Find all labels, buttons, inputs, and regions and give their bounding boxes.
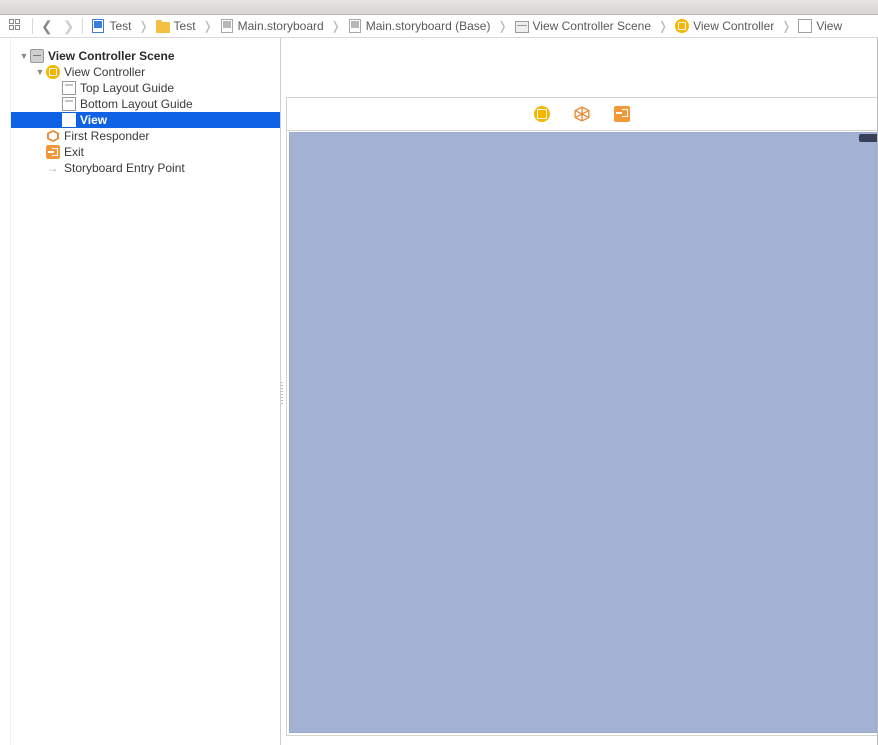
back-button[interactable]: ❮ (37, 18, 57, 35)
first-responder-icon (45, 129, 60, 144)
chevron-right-icon: ❭ (202, 19, 214, 33)
scene-icon (29, 49, 44, 64)
view-icon (798, 19, 812, 33)
outline-label: Top Layout Guide (78, 80, 174, 96)
outline-label: Exit (62, 144, 84, 160)
left-gutter (0, 38, 11, 745)
outline-label: First Responder (62, 128, 149, 144)
jumpbar-seg-storyboard[interactable]: Main.storyboard (216, 19, 328, 33)
outline-label: View (78, 112, 107, 128)
outline-entry-point-row[interactable]: → Storyboard Entry Point (11, 160, 280, 176)
status-bar-indicator (859, 134, 878, 142)
chevron-right-icon: ❭ (496, 19, 508, 33)
jump-bar: ❮ ❯ Test ❭ Test ❭ Main.storyboard ❭ Main… (0, 15, 878, 38)
view-controller-icon (45, 65, 60, 80)
first-responder-icon[interactable] (574, 106, 590, 122)
jumpbar-seg-view[interactable]: View (794, 19, 846, 33)
disclosure-triangle-icon[interactable]: ▼ (35, 64, 45, 80)
layout-guide-icon (61, 97, 76, 112)
storyboard-file-icon (220, 19, 234, 33)
outline-label: View Controller Scene (46, 48, 175, 64)
outline-top-layout-guide-row[interactable]: Top Layout Guide (11, 80, 280, 96)
view-controller-scene[interactable] (287, 98, 877, 735)
jumpbar-label: Main.storyboard (238, 19, 324, 33)
exit-icon (45, 145, 60, 160)
exit-icon[interactable] (614, 106, 630, 122)
jumpbar-label: View (816, 19, 842, 33)
project-icon (91, 19, 105, 33)
outline-label: Storyboard Entry Point (62, 160, 185, 176)
outline-exit-row[interactable]: Exit (11, 144, 280, 160)
view-icon (61, 113, 76, 128)
storyboard-entry-point-icon: → (45, 161, 60, 176)
outline-label: View Controller (62, 64, 145, 80)
scene-dock (287, 98, 877, 131)
grid-icon (8, 18, 24, 34)
jumpbar-label: Test (174, 19, 196, 33)
chevron-right-icon: ❭ (780, 19, 792, 33)
separator (32, 18, 33, 34)
scene-icon (515, 19, 529, 33)
jumpbar-seg-storyboard-base[interactable]: Main.storyboard (Base) (344, 19, 495, 33)
chevron-right-icon: ❭ (657, 19, 669, 33)
disclosure-triangle-icon[interactable]: ▼ (19, 48, 29, 64)
outline-first-responder-row[interactable]: First Responder (11, 128, 280, 144)
outline-label: Bottom Layout Guide (78, 96, 193, 112)
outline-scene-row[interactable]: ▼ View Controller Scene (11, 48, 280, 64)
separator (82, 18, 83, 34)
document-outline: ▼ View Controller Scene ▼ View Controlle… (11, 38, 281, 745)
jumpbar-label: View Controller (693, 19, 774, 33)
chevron-right-icon: ❭ (137, 19, 149, 33)
editor-tab-bar (0, 0, 878, 15)
jumpbar-seg-view-controller[interactable]: View Controller (671, 19, 778, 33)
jumpbar-seg-scene[interactable]: View Controller Scene (511, 19, 656, 33)
outline-resize-handle[interactable] (281, 378, 284, 408)
interface-builder-canvas[interactable] (281, 38, 878, 745)
root-view[interactable] (289, 132, 877, 733)
folder-icon (156, 19, 170, 33)
view-controller-icon[interactable] (534, 106, 550, 122)
outline-bottom-layout-guide-row[interactable]: Bottom Layout Guide (11, 96, 280, 112)
jumpbar-label: View Controller Scene (533, 19, 652, 33)
storyboard-file-icon (348, 19, 362, 33)
outline-view-controller-row[interactable]: ▼ View Controller (11, 64, 280, 80)
jumpbar-seg-project[interactable]: Test (87, 19, 135, 33)
jumpbar-label: Test (109, 19, 131, 33)
jumpbar-label: Main.storyboard (Base) (366, 19, 491, 33)
outline-view-row[interactable]: View (11, 112, 280, 128)
chevron-right-icon: ❭ (330, 19, 342, 33)
forward-button[interactable]: ❯ (59, 18, 79, 35)
related-items-button[interactable] (4, 18, 28, 34)
view-controller-icon (675, 19, 689, 33)
layout-guide-icon (61, 81, 76, 96)
editor-content: ▼ View Controller Scene ▼ View Controlle… (0, 38, 878, 745)
jumpbar-seg-group[interactable]: Test (152, 19, 200, 33)
